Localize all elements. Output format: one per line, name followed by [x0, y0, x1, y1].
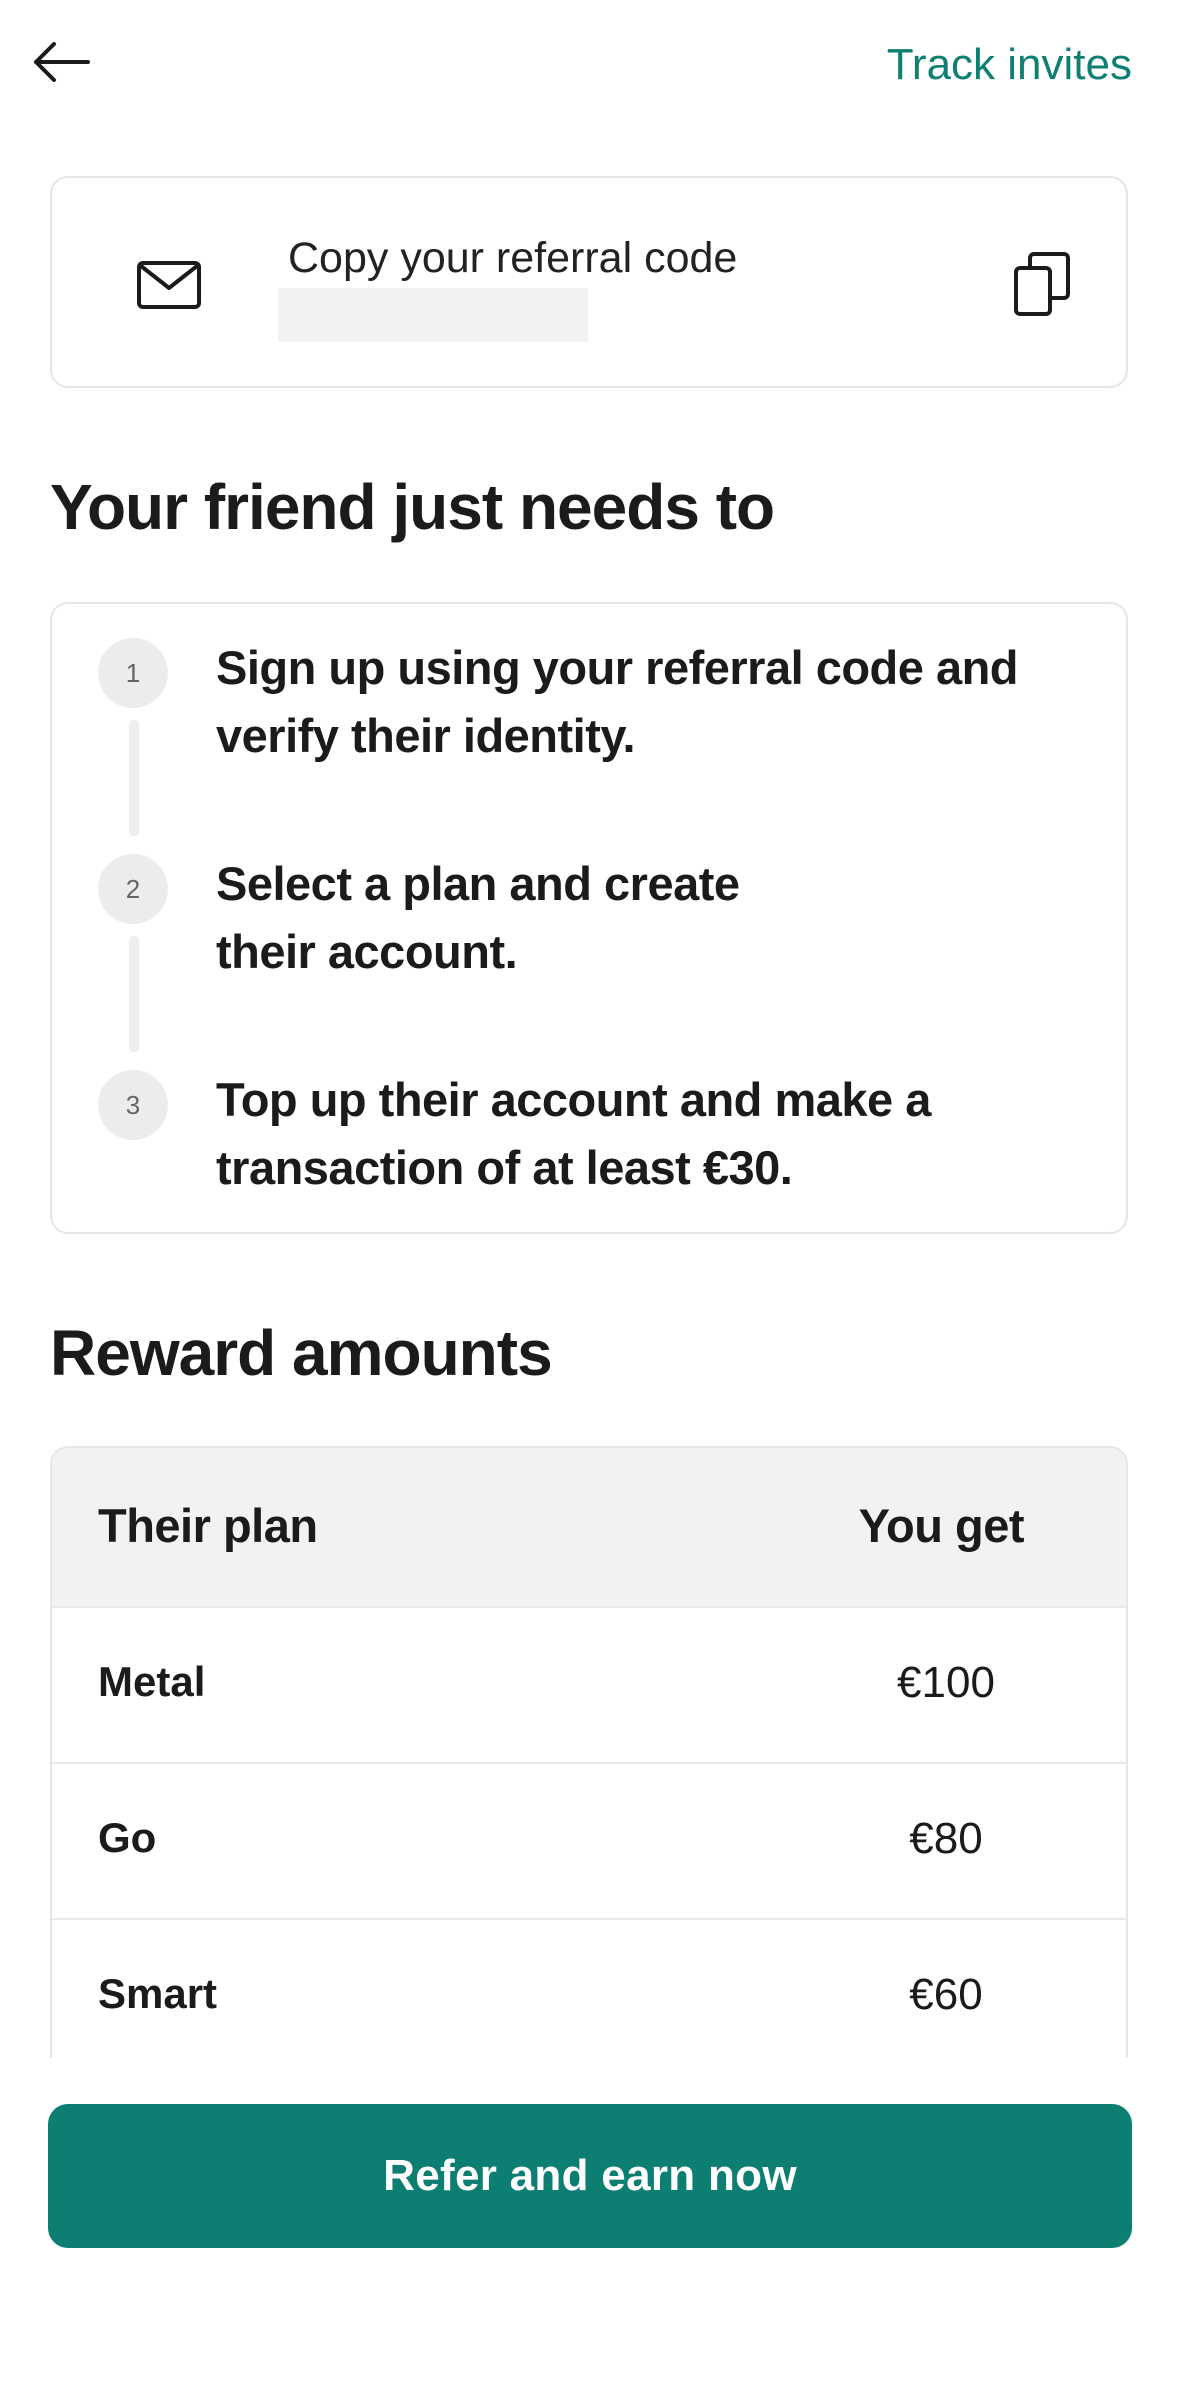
referral-code-value	[278, 288, 588, 342]
step-number: 3	[98, 1070, 168, 1140]
step-number: 1	[98, 638, 168, 708]
column-header-you-get: You get	[858, 1499, 1025, 1552]
top-bar: Track invites	[0, 0, 1180, 140]
table-row: Smart €60	[52, 1918, 1126, 2058]
reward-table: Their plan You get Metal €100 Go €80 Sma…	[50, 1446, 1128, 2058]
table-row: Metal €100	[52, 1606, 1126, 1762]
referral-code-label: Copy your referral code	[288, 234, 738, 282]
plan-name: Go	[98, 1814, 157, 1861]
track-invites-link[interactable]: Track invites	[887, 40, 1132, 90]
step-text: Top up their account and make a transact…	[216, 1073, 931, 1194]
back-button[interactable]	[26, 30, 96, 94]
arrow-left-icon	[34, 42, 90, 82]
reward-amount: €80	[909, 1814, 983, 1863]
copy-icon[interactable]	[1012, 250, 1072, 320]
rewards-title: Reward amounts	[50, 1317, 553, 1389]
referral-code-card[interactable]: Copy your referral code	[50, 176, 1128, 388]
envelope-icon	[137, 261, 201, 309]
steps-title: Your friend just needs to	[50, 471, 775, 543]
steps-card: 1 Sign up using your referral code and v…	[50, 602, 1128, 1234]
step-text: Sign up using your referral code and ver…	[216, 641, 1019, 762]
step-number: 2	[98, 854, 168, 924]
step-connector	[129, 936, 139, 1052]
refer-and-earn-button[interactable]: Refer and earn now	[48, 2104, 1132, 2248]
column-header-plan: Their plan	[98, 1499, 318, 1552]
reward-amount: €100	[897, 1658, 995, 1707]
table-header: Their plan You get	[52, 1448, 1126, 1606]
step-text: Select a plan and create their account.	[216, 857, 740, 978]
plan-name: Metal	[98, 1658, 206, 1705]
table-row: Go €80	[52, 1762, 1126, 1918]
plan-name: Smart	[98, 1970, 218, 2017]
reward-amount: €60	[909, 1970, 983, 2019]
step-connector	[129, 720, 139, 836]
